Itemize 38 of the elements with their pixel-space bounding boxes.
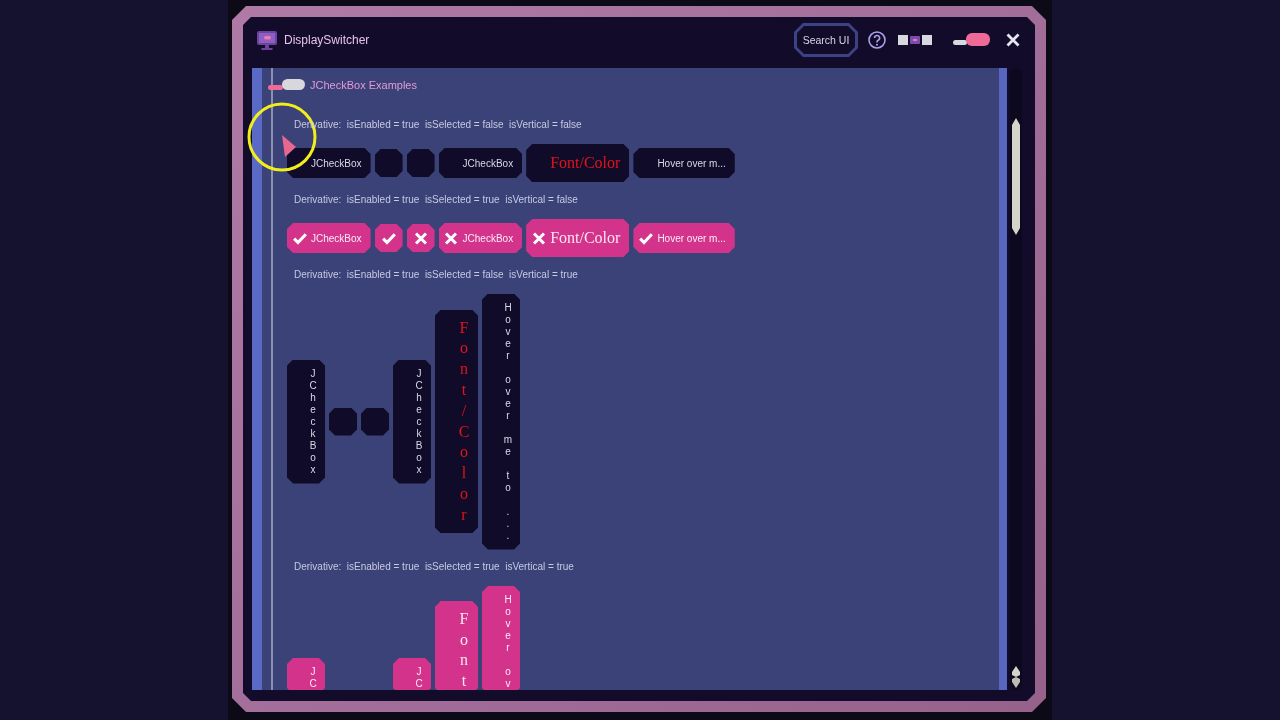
monitor-icon: [256, 29, 278, 51]
toggle-icon[interactable]: [268, 79, 305, 91]
checkbox[interactable]: JCheckBox: [393, 359, 431, 484]
checkbox[interactable]: JCheckBox: [287, 223, 371, 253]
mouse-pointer-icon: [281, 134, 297, 158]
checkbox[interactable]: Font/Color: [435, 309, 478, 534]
checkbox[interactable]: JCheckBox: [287, 359, 325, 484]
close-icon[interactable]: [1006, 33, 1020, 47]
checkbox[interactable]: JCheckBox: [438, 223, 523, 253]
checkbox[interactable]: [406, 224, 435, 252]
checkbox[interactable]: [406, 149, 435, 177]
scrollbar[interactable]: [1010, 68, 1022, 690]
scroll-arrows-icon[interactable]: [1012, 666, 1020, 688]
help-icon[interactable]: [868, 31, 886, 49]
app-title: DisplaySwitcher: [284, 33, 370, 47]
checkbox[interactable]: Hover ov: [482, 586, 520, 690]
checkbox[interactable]: JCheckBox: [287, 148, 371, 178]
checkbox[interactable]: [329, 407, 357, 436]
search-button[interactable]: Search UI: [794, 23, 858, 57]
checkbox[interactable]: [374, 224, 403, 252]
derivative-label: Derivative: isEnabled = true isSelected = false isVertical = true: [294, 268, 578, 282]
toggle-switch[interactable]: [953, 33, 990, 47]
checkbox[interactable]: JC: [393, 658, 431, 690]
checkbox[interactable]: Hover over me to ...: [482, 293, 520, 550]
checkbox[interactable]: JC: [287, 658, 325, 690]
checkbox[interactable]: Font/Color: [526, 144, 630, 182]
checkbox[interactable]: [374, 149, 403, 177]
checkbox[interactable]: Font/Color: [526, 219, 630, 257]
derivative-label: Derivative: isEnabled = true isSelected = true isVertical = false: [294, 193, 578, 207]
derivative-label: Derivative: isEnabled = true isSelected = true isVertical = true: [294, 560, 574, 574]
checkbox[interactable]: Font: [435, 600, 478, 690]
scrollbar-thumb[interactable]: [1012, 118, 1020, 235]
panel-title: JCheckBox Examples: [310, 79, 417, 91]
checkbox[interactable]: Hover over m...: [633, 223, 735, 253]
checkbox[interactable]: Hover over m...: [633, 148, 735, 178]
window-layout-icon[interactable]: [898, 35, 932, 45]
checkbox[interactable]: JCheckBox: [438, 148, 523, 178]
checkbox[interactable]: [361, 407, 389, 436]
